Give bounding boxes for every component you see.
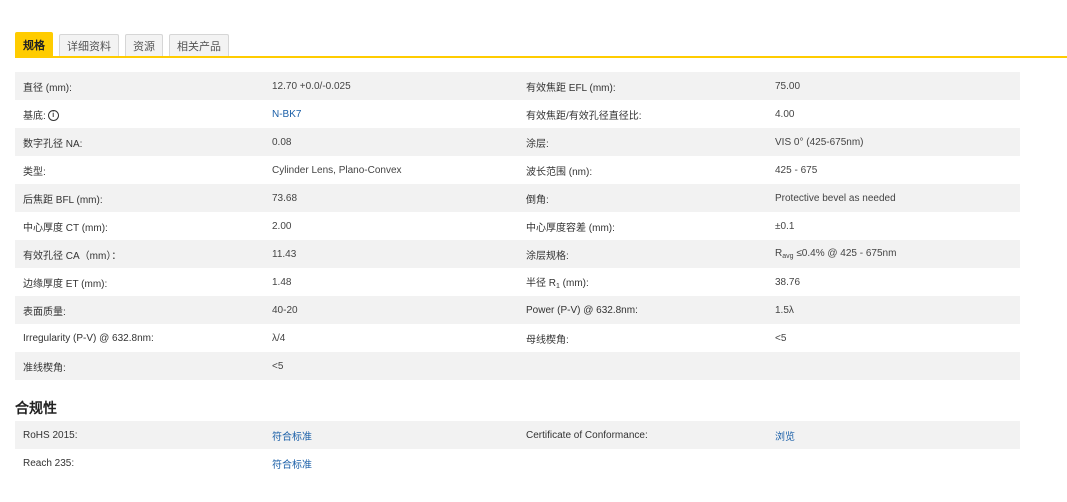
compliance-label: Certificate of Conformance:	[518, 421, 767, 449]
radius-label: 半径 R	[526, 278, 556, 289]
spec-value: 1.5λ	[767, 296, 1020, 324]
table-row: 后焦距 BFL (mm): 73.68 倒角: Protective bevel…	[15, 184, 1020, 212]
spec-label: 边缘厚度 ET (mm):	[15, 268, 264, 296]
table-row: 中心厚度 CT (mm): 2.00 中心厚度容差 (mm): ±0.1	[15, 212, 1020, 240]
spec-value: <5	[264, 352, 518, 380]
spec-label: 中心厚度容差 (mm):	[518, 212, 767, 240]
spec-value: 0.08	[264, 128, 518, 156]
spec-value: 2.00	[264, 212, 518, 240]
compliance-value: 浏览	[767, 421, 1020, 449]
spec-value: VIS 0° (425-675nm)	[767, 128, 1020, 156]
spec-value: <5	[767, 324, 1020, 352]
spec-label: 波长范围 (nm):	[518, 156, 767, 184]
compliance-label: RoHS 2015:	[15, 421, 264, 449]
spec-value: 73.68	[264, 184, 518, 212]
spec-label: 类型:	[15, 156, 264, 184]
spec-label: 有效焦距 EFL (mm):	[518, 72, 767, 100]
spec-value: 425 - 675	[767, 156, 1020, 184]
spec-value-coating-spec: Ravg ≤0.4% @ 425 - 675nm	[767, 240, 1020, 268]
tab-specifications[interactable]: 规格	[15, 32, 53, 57]
spec-label: 有效焦距/有效孔径直径比:	[518, 100, 767, 128]
spec-label: 母线楔角:	[518, 324, 767, 352]
spec-value: Cylinder Lens, Plano-Convex	[264, 156, 518, 184]
tab-underline	[15, 56, 1067, 58]
spec-label: 后焦距 BFL (mm):	[15, 184, 264, 212]
spec-label	[518, 352, 767, 380]
substrate-link[interactable]: N-BK7	[272, 109, 301, 120]
spec-value	[767, 352, 1020, 380]
rohs-link[interactable]: 符合标准	[272, 432, 312, 443]
table-row: Reach 235: 符合标准	[15, 449, 1020, 477]
compliance-label	[518, 449, 767, 477]
certificate-link[interactable]: 浏览	[775, 432, 795, 443]
spec-value: 75.00	[767, 72, 1020, 100]
compliance-value: 符合标准	[264, 449, 518, 477]
spec-value: 1.48	[264, 268, 518, 296]
spec-value: Protective bevel as needed	[767, 184, 1020, 212]
spec-label-radius: 半径 R1 (mm):	[518, 268, 767, 296]
compliance-value	[767, 449, 1020, 477]
table-row: 表面质量: 40-20 Power (P-V) @ 632.8nm: 1.5λ	[15, 296, 1020, 324]
spec-table: 直径 (mm): 12.70 +0.0/-0.025 有效焦距 EFL (mm)…	[15, 72, 1020, 380]
spec-label: 有效孔径 CA（mm）：	[15, 240, 264, 268]
spec-label: 准线楔角:	[15, 352, 264, 380]
product-tabs: 规格 详细资料 资源 相关产品	[15, 32, 229, 57]
info-icon[interactable]: i	[47, 110, 59, 122]
spec-value: ±0.1	[767, 212, 1020, 240]
spec-label: 基底:	[23, 110, 46, 122]
coating-spec-text: ≤0.4% @ 425 - 675nm	[796, 248, 897, 259]
r-subscript: avg	[782, 253, 794, 260]
spec-value: N-BK7	[264, 100, 518, 128]
reach-link[interactable]: 符合标准	[272, 460, 312, 471]
spec-value: λ/4	[264, 324, 518, 352]
compliance-table: RoHS 2015: 符合标准 Certificate of Conforman…	[15, 421, 1020, 477]
table-row: 基底: i N-BK7 有效焦距/有效孔径直径比: 4.00	[15, 100, 1020, 128]
spec-value: 12.70 +0.0/-0.025	[264, 72, 518, 100]
tab-related-products[interactable]: 相关产品	[169, 34, 229, 57]
tab-resources[interactable]: 资源	[125, 34, 163, 57]
table-row: 直径 (mm): 12.70 +0.0/-0.025 有效焦距 EFL (mm)…	[15, 72, 1020, 100]
spec-label: 中心厚度 CT (mm):	[15, 212, 264, 240]
spec-label: Power (P-V) @ 632.8nm:	[518, 296, 767, 324]
spec-value: 11.43	[264, 240, 518, 268]
table-row: RoHS 2015: 符合标准 Certificate of Conforman…	[15, 421, 1020, 449]
spec-label-substrate: 基底: i	[15, 100, 264, 128]
table-row: 边缘厚度 ET (mm): 1.48 半径 R1 (mm): 38.76	[15, 268, 1020, 296]
tab-details[interactable]: 详细资料	[59, 34, 119, 57]
table-row: 类型: Cylinder Lens, Plano-Convex 波长范围 (nm…	[15, 156, 1020, 184]
spec-label: 直径 (mm):	[15, 72, 264, 100]
compliance-value: 符合标准	[264, 421, 518, 449]
spec-label: 倒角:	[518, 184, 767, 212]
table-row: 准线楔角: <5	[15, 352, 1020, 380]
spec-label: 涂层规格:	[518, 240, 767, 268]
spec-value: 40-20	[264, 296, 518, 324]
table-row: 有效孔径 CA（mm）： 11.43 涂层规格: Ravg ≤0.4% @ 42…	[15, 240, 1020, 268]
radius-label-unit: (mm):	[559, 278, 589, 289]
spec-label: 数字孔径 NA:	[15, 128, 264, 156]
spec-value: 38.76	[767, 268, 1020, 296]
spec-value: 4.00	[767, 100, 1020, 128]
compliance-title: 合规性	[15, 400, 57, 416]
spec-label: 涂层:	[518, 128, 767, 156]
spec-label: 表面质量:	[15, 296, 264, 324]
spec-label: Irregularity (P-V) @ 632.8nm:	[15, 324, 264, 352]
compliance-label: Reach 235:	[15, 449, 264, 477]
table-row: Irregularity (P-V) @ 632.8nm: λ/4 母线楔角: …	[15, 324, 1020, 352]
table-row: 数字孔径 NA: 0.08 涂层: VIS 0° (425-675nm)	[15, 128, 1020, 156]
